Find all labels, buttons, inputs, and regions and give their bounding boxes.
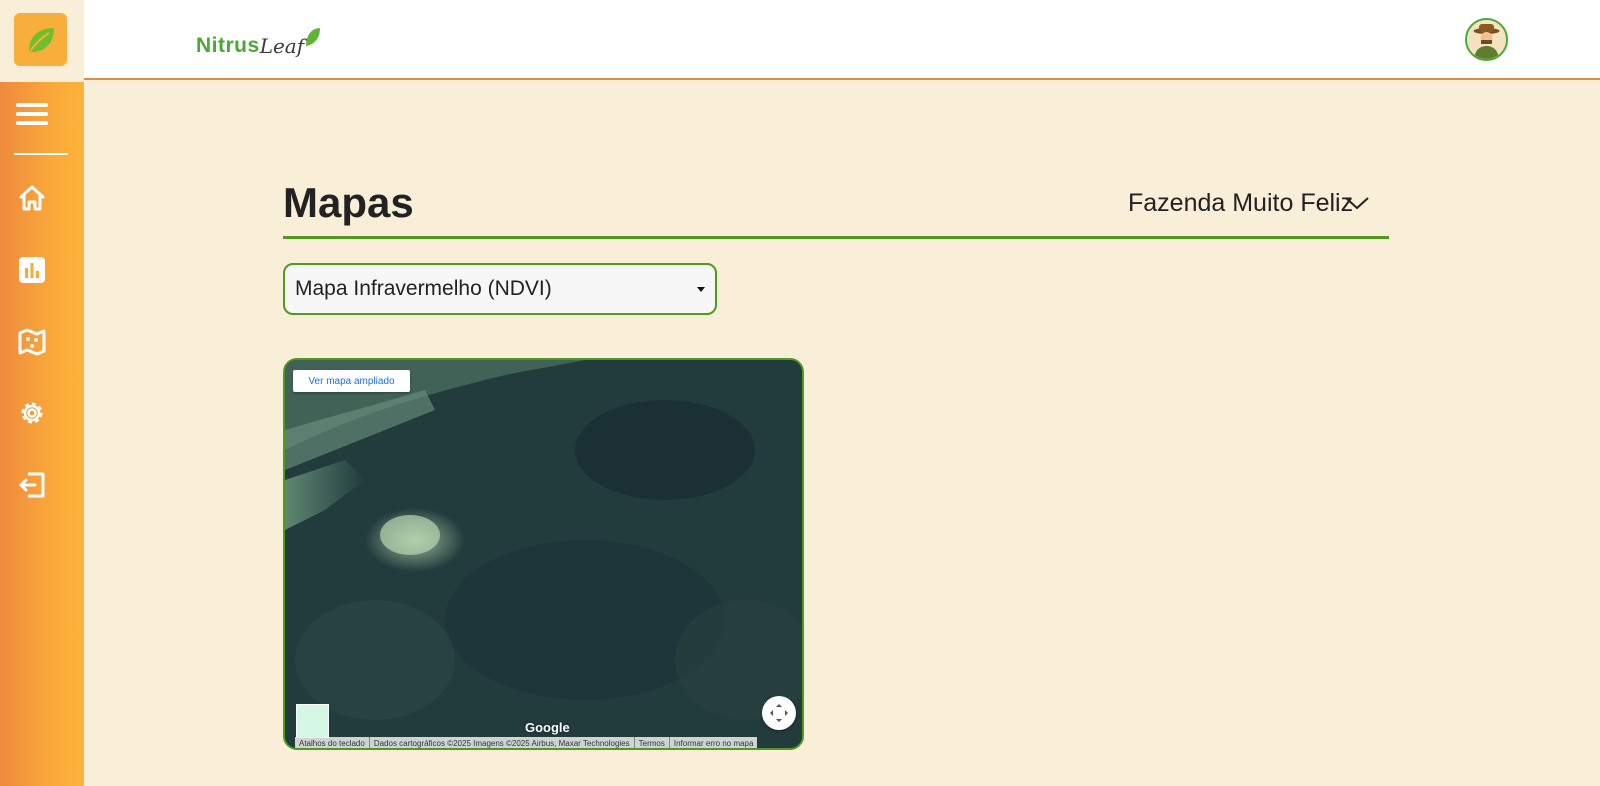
- dropdown-caret-icon: [697, 286, 705, 292]
- farm-select-value: Fazenda Muito Feliz: [1128, 188, 1354, 217]
- gear-icon: [21, 402, 43, 424]
- sidebar-item-menu[interactable]: [14, 96, 50, 132]
- brand-text-leaf: Leaf: [259, 34, 305, 58]
- sidebar-item-home[interactable]: [14, 180, 50, 216]
- home-icon: [19, 185, 45, 211]
- move-arrows-icon: [770, 704, 788, 722]
- logout-icon: [19, 472, 45, 498]
- leaf-icon: [28, 27, 54, 52]
- farm-select[interactable]: Fazenda Muito Feliz: [1128, 186, 1388, 220]
- satellite-image: [285, 360, 802, 748]
- sidebar-item-dashboard[interactable]: [14, 252, 50, 288]
- sidebar: [0, 82, 84, 786]
- map-attribution-bar: Atalhos do teclado Dados cartográficos ©…: [295, 737, 758, 748]
- top-header: Nitrus Leaf: [0, 0, 1600, 80]
- sidebar-item-logout[interactable]: [14, 467, 50, 503]
- terms-link[interactable]: Termos: [633, 737, 669, 748]
- chevron-down-icon: [1345, 197, 1369, 210]
- keyboard-shortcuts-link[interactable]: Atalhos do teclado: [295, 737, 369, 748]
- brand-leaf-icon: [306, 28, 321, 46]
- map-recenter-button[interactable]: [762, 696, 796, 730]
- sidebar-item-maps[interactable]: [14, 324, 50, 360]
- menu-icon: [16, 103, 48, 125]
- page-title: Mapas: [283, 179, 414, 226]
- user-avatar[interactable]: [1465, 18, 1508, 61]
- title-divider: [283, 236, 1389, 239]
- map-type-select[interactable]: Mapa Infravermelho (NDVI): [283, 263, 717, 315]
- map-layer-thumbnail[interactable]: [296, 704, 329, 738]
- app-logo[interactable]: [14, 13, 67, 66]
- view-larger-map-link[interactable]: Ver mapa ampliado: [293, 370, 410, 392]
- map-view[interactable]: Ver mapa ampliado Google Atalhos do tecl…: [283, 358, 804, 750]
- map-type-value: Mapa Infravermelho (NDVI): [295, 277, 552, 300]
- brand-box: [0, 0, 84, 80]
- brand-text-nitrus: Nitrus: [196, 34, 260, 57]
- report-error-link[interactable]: Informar erro no mapa: [668, 737, 758, 748]
- farmer-avatar-icon: [1467, 20, 1506, 59]
- map-icon: [18, 328, 46, 356]
- sidebar-divider: [14, 153, 68, 155]
- brand-wordmark: Nitrus Leaf: [196, 22, 322, 58]
- map-data-attribution: Dados cartográficos ©2025 Imagens ©2025 …: [368, 737, 634, 748]
- google-logo: Google: [525, 720, 570, 735]
- sidebar-item-settings[interactable]: [14, 395, 50, 431]
- bar-chart-icon: [19, 257, 45, 283]
